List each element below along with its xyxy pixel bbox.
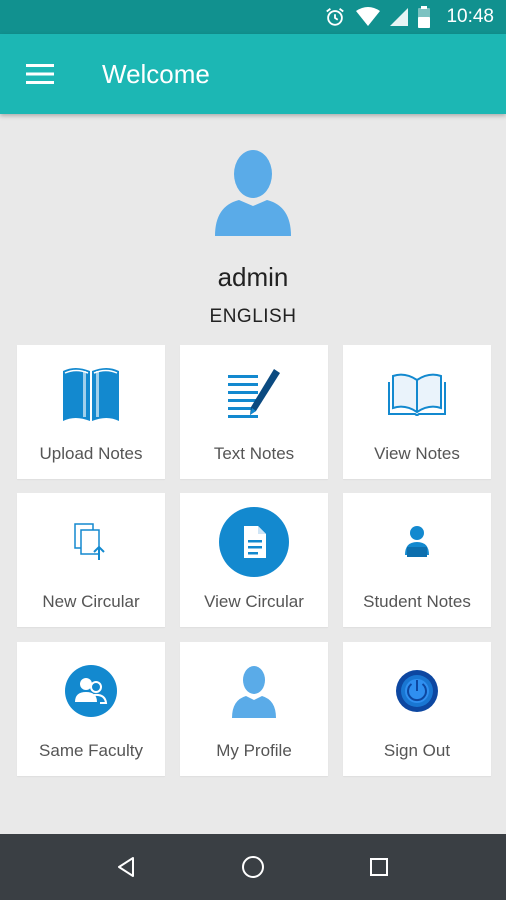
user-name: admin [217, 262, 289, 292]
back-button[interactable] [106, 847, 146, 887]
upload-notes-tile[interactable]: Upload Notes [17, 345, 165, 479]
tile-label: View Circular [204, 592, 304, 611]
hamburger-menu-icon [26, 64, 54, 84]
student-notes-tile[interactable]: Student Notes [343, 493, 491, 627]
power-icon [396, 670, 438, 712]
home-circle-icon [242, 856, 264, 878]
menu-button[interactable] [0, 34, 80, 114]
tile-label: New Circular [42, 592, 140, 611]
clock-time: 10:48 [446, 6, 494, 27]
back-triangle-icon [118, 857, 134, 877]
same-faculty-tile[interactable]: Same Faculty [17, 642, 165, 776]
text-notes-tile[interactable]: Text Notes [180, 345, 328, 479]
user-icon [232, 666, 276, 718]
document-upload-icon [74, 523, 105, 560]
system-nav-bar [0, 834, 506, 900]
tile-label: Sign Out [383, 741, 451, 760]
status-bar: 10:48 [0, 0, 506, 34]
battery-icon [418, 6, 431, 28]
group-circle-icon [65, 665, 117, 717]
recents-button[interactable] [359, 847, 399, 887]
tile-label: Text Notes [213, 444, 295, 463]
signal-icon [390, 8, 409, 26]
view-notes-tile[interactable]: View Notes [343, 345, 491, 479]
open-book-outline-icon [388, 373, 446, 416]
pen-notes-icon [228, 369, 280, 418]
tile-label: My Profile [216, 741, 292, 760]
recents-square-icon [370, 858, 388, 876]
wifi-icon [356, 7, 381, 26]
student-icon [405, 526, 429, 557]
my-profile-tile[interactable]: My Profile [180, 642, 328, 776]
alarm-icon [326, 8, 345, 26]
new-circular-tile[interactable]: New Circular [17, 493, 165, 627]
tile-label: View Notes [374, 444, 460, 463]
book-open-icon [63, 368, 119, 421]
tile-label: Same Faculty [39, 741, 143, 760]
tile-label: Student Notes [363, 592, 471, 611]
user-language: ENGLISH [209, 306, 297, 327]
tile-label: Upload Notes [39, 444, 143, 463]
home-button[interactable] [233, 847, 273, 887]
view-circular-tile[interactable]: View Circular [180, 493, 328, 627]
avatar-icon [215, 150, 291, 236]
app-bar: Welcome [0, 34, 506, 114]
document-circle-icon [219, 507, 289, 577]
page-title: Welcome [102, 58, 210, 89]
sign-out-tile[interactable]: Sign Out [343, 642, 491, 776]
